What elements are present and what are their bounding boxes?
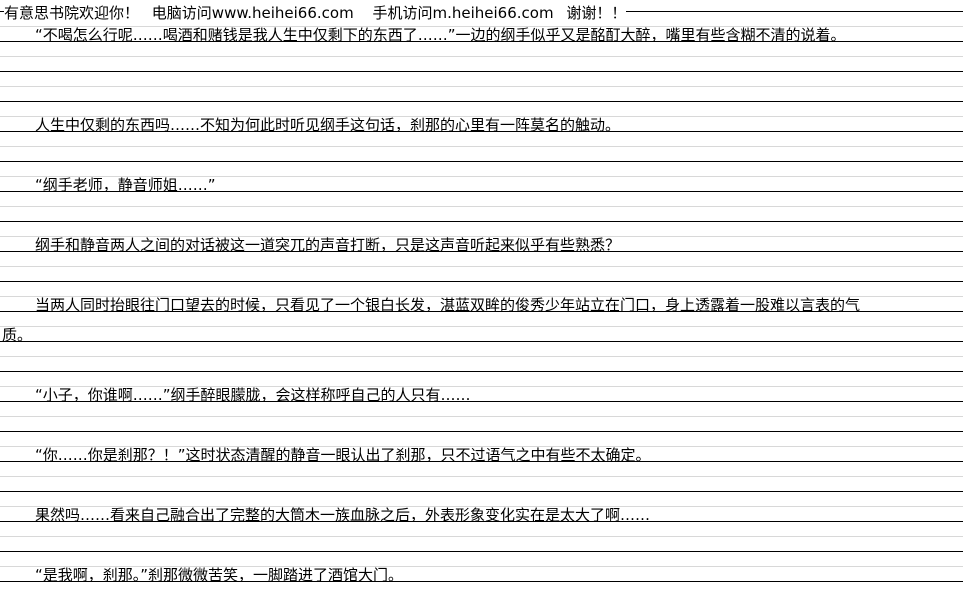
paragraph: 人生中仅剩的东西吗……不知为何此时听见纲手这句话，刹那的心里有一阵莫名的触动。: [35, 116, 621, 134]
paragraph: “你……你是刹那？！”这时状态清醒的静音一眼认出了刹那，只不过语气之中有些不太确…: [35, 446, 651, 464]
paragraph: “小子，你谁啊……”纲手醉眼朦胧，会这样称呼自己的人只有……: [35, 386, 471, 404]
paragraph: “是我啊，刹那。”刹那微微苦笑，一脚踏进了酒馆大门。: [35, 566, 404, 584]
site-header: 有意思书院欢迎你！ 电脑访问www.heihei66.com 手机访问m.hei…: [4, 3, 627, 23]
paragraph-continuation: 质。: [2, 326, 33, 344]
mobile-access-link[interactable]: 手机访问m.heihei66.com: [372, 4, 553, 22]
paragraph: 当两人同时抬眼往门口望去的时候，只看见了一个银白长发，湛蓝双眸的俊秀少年站立在门…: [35, 296, 861, 314]
thanks-text: 谢谢！！: [566, 4, 627, 22]
paragraph: “纲手老师，静音师姐……”: [35, 176, 216, 194]
paragraph: 果然吗……看来自己融合出了完整的大筒木一族血脉之后，外表形象变化实在是太大了啊……: [35, 506, 651, 524]
pc-access-link[interactable]: 电脑访问www.heihei66.com: [152, 4, 354, 22]
paragraph: 纲手和静音两人之间的对话被这一道突兀的声音打断，只是这声音听起来似乎有些熟悉？: [35, 236, 621, 254]
paragraph: “不喝怎么行呢……喝酒和赌钱是我人生中仅剩下的东西了……”一边的纲手似乎又是酩酊…: [35, 26, 846, 44]
welcome-text: 有意思书院欢迎你！: [4, 4, 140, 22]
